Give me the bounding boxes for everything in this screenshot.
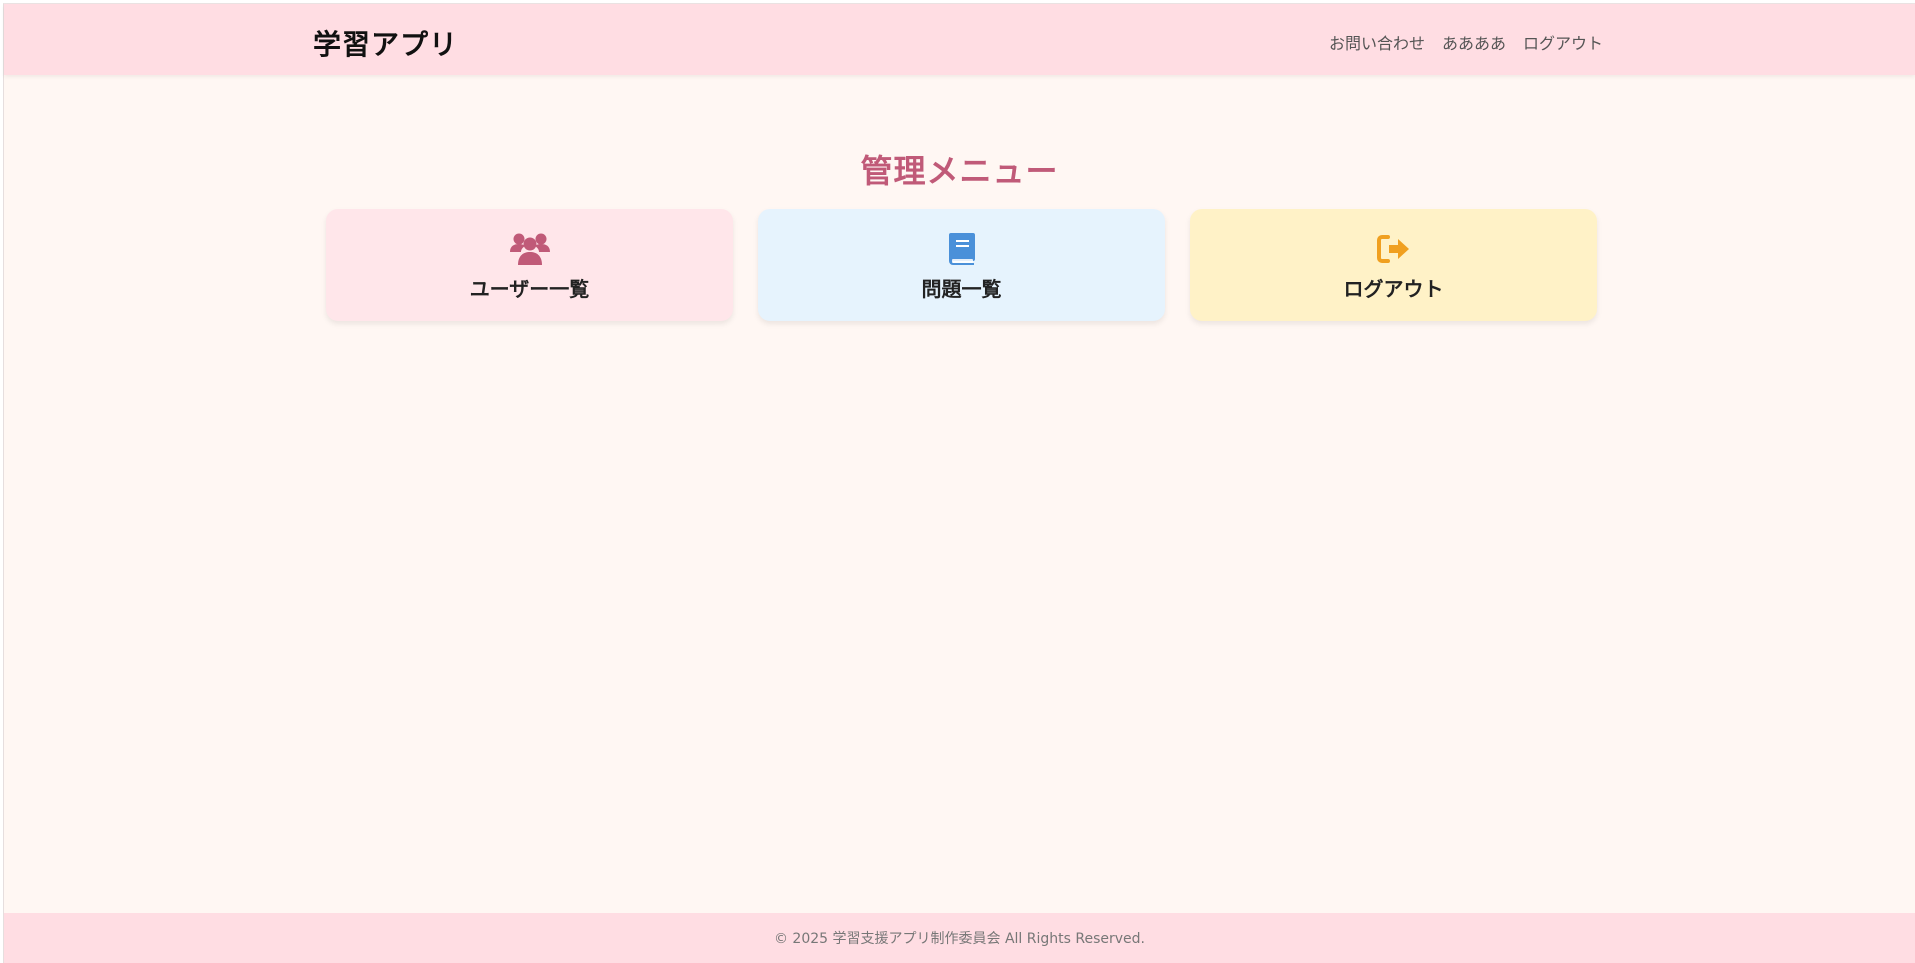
logout-label: ログアウト [1343,277,1444,301]
copyright-text: © 2025 学習支援アプリ制作委員会 All Rights Reserved. [773,931,1145,947]
book-icon [940,231,984,267]
nav-logout-link[interactable]: ログアウト [1523,30,1603,54]
page-title: 管理メニュー [860,152,1059,190]
sign-out-icon [1372,231,1416,267]
nav-contact-link[interactable]: お問い合わせ [1329,30,1425,54]
user-list-card[interactable]: ユーザー一覧 [326,209,733,321]
top-header: 学習アプリ お問い合わせ ああああ ログアウト [4,4,1915,75]
page-footer: © 2025 学習支援アプリ制作委員会 All Rights Reserved. [4,913,1915,963]
brand-logo-link[interactable]: 学習アプリ [313,23,458,63]
nav-aaaa-link[interactable]: ああああ [1442,30,1506,54]
user-list-label: ユーザー一覧 [469,277,590,301]
question-list-label: 問題一覧 [921,277,1002,301]
users-icon [508,231,552,267]
top-nav: お問い合わせ ああああ ログアウト [1329,30,1603,54]
admin-menu-cards: ユーザー一覧 問題一覧 ログアウト [326,209,1597,321]
logout-card[interactable]: ログアウト [1190,209,1597,321]
app-frame: 学習アプリ お問い合わせ ああああ ログアウト 管理メニュー ユーザー一覧 問題… [3,3,1915,963]
question-list-card[interactable]: 問題一覧 [758,209,1165,321]
